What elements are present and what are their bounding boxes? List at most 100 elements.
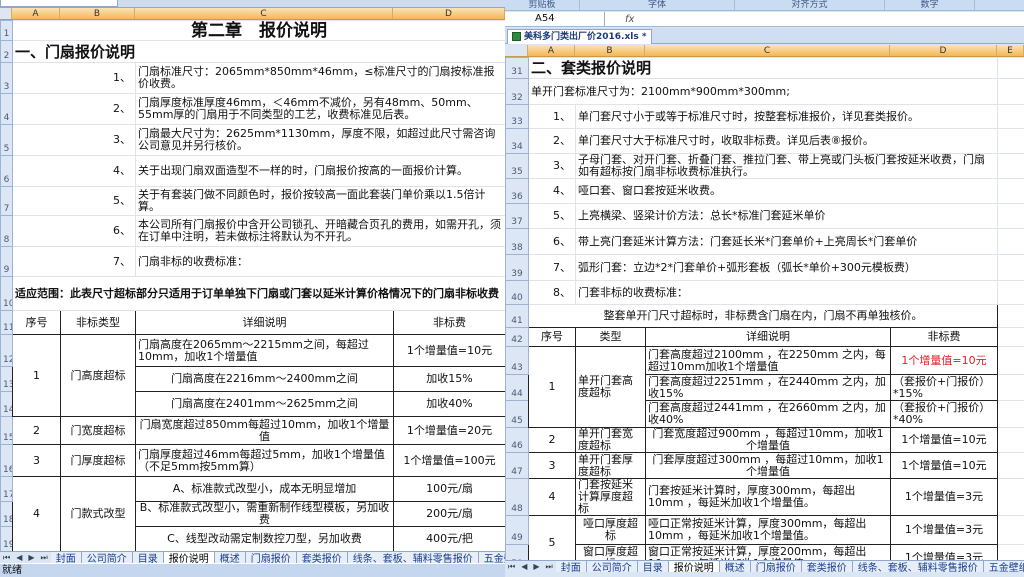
sheet-tab[interactable]: 概述 [720,560,751,572]
fee-cell[interactable]: 1个增量值=10元 [394,335,506,367]
cell[interactable] [998,328,1024,347]
item-text[interactable]: 弧形门套：立边*2*门套单价+弧形套板（弧长*单价+300元模板费） [576,255,998,281]
row-header[interactable]: 45 [506,401,529,428]
seq-number-cell[interactable]: 2 [13,417,61,445]
item-text[interactable]: 哑口套、窗口套按延米收费。 [576,179,998,204]
item-number[interactable]: 4、 [529,179,576,204]
detail-cell[interactable]: 门扇厚度超过46mm每超过5mm，加收1个增量值（不足5mm按5mm算） [136,445,394,477]
cell[interactable] [998,129,1024,154]
item-text[interactable]: 单门套尺寸小于或等于标准尺寸时，按整套标准报价，详见套类报价。 [576,105,998,129]
prev-sheet-icon[interactable]: ◀ [518,562,530,571]
scope-note[interactable]: 适应范围：此表尺寸超标部分只适用于订单单独下门扇或门套以延米计算价格情况下的门扇… [13,277,506,311]
row-header[interactable]: 4 [1,94,13,125]
fee-cell[interactable]: 1个增量值=3元 [891,516,998,545]
item-number[interactable]: 6、 [529,229,576,255]
sheet-tab[interactable]: 公司简介 [587,560,638,572]
row-header[interactable]: 44 [506,375,529,401]
detail-cell[interactable]: 门套按延米计算时，厚度300mm，每超出10mm ，每延米加收1个增量值。 [646,479,891,516]
row-header[interactable]: 3 [1,63,13,94]
detail-cell[interactable]: A、标准款式改型小，成本无明显增加 [136,477,394,502]
column-header-C[interactable]: C [645,45,890,56]
cell[interactable] [998,58,1024,79]
next-sheet-icon[interactable]: ▶ [530,562,542,571]
cell[interactable] [998,105,1024,129]
select-all-corner[interactable] [505,45,528,56]
seq-number-cell[interactable]: 2 [529,428,576,453]
table-header-cell[interactable]: 详细说明 [646,328,891,347]
detail-cell[interactable]: 门扇高度在2401mm～2625mm之间 [136,392,394,417]
item-text[interactable]: 门扇非标的收费标准： [136,247,506,277]
sheet-tab[interactable]: 报价说明 [669,560,720,572]
type-cell[interactable]: 哑口厚度超标 [576,516,646,545]
item-number[interactable]: 1、 [529,105,576,129]
item-text[interactable]: 带上亮门套延米计算方法：门套延长米*门套单价+上亮周长*门套单价 [576,229,998,255]
cell[interactable] [998,347,1024,375]
sheet-tab[interactable]: 门扇报价 [246,551,297,563]
table-header-cell[interactable]: 非标费 [394,311,506,335]
column-header-D[interactable]: D [393,8,505,19]
item-number[interactable]: 2、 [529,129,576,154]
row-header[interactable]: 5 [1,125,13,156]
item-number[interactable]: 7、 [13,247,136,277]
sheet-tab[interactable]: 公司简介 [82,551,133,563]
row-header[interactable]: 42 [506,328,529,347]
fee-cell[interactable]: 200元/扇 [394,502,506,527]
cell[interactable] [998,154,1024,179]
last-sheet-icon[interactable]: ⏭ [543,562,556,572]
column-header-A[interactable]: A [12,8,60,19]
cell[interactable] [998,179,1024,204]
row-header[interactable]: 8 [1,216,13,247]
row-header[interactable]: 17 [1,477,13,502]
row-header[interactable]: 6 [1,156,13,187]
row-header[interactable]: 31 [506,58,529,79]
row-header[interactable]: 7 [1,187,13,216]
select-all-corner[interactable] [0,8,12,19]
row-header[interactable]: 41 [506,305,529,328]
fee-cell[interactable]: 1个增量值=10元 [891,347,998,375]
type-cell[interactable]: 门套按延米计算厚度超标 [576,479,646,516]
sheet-tab[interactable]: 概述 [215,551,246,563]
standard-size-text[interactable]: 单开门套标准尺寸为：2100mm*900mm*300mm; [529,79,998,105]
item-text[interactable]: 关于出现门扇双面造型不一样的时，门扇报价按高的一面报价计算。 [136,156,506,187]
sheet-tab[interactable]: 封面 [556,560,587,572]
next-sheet-icon[interactable]: ▶ [25,553,37,562]
row-header[interactable]: 12 [1,335,13,367]
seq-number-cell[interactable]: 4 [529,479,576,516]
cell[interactable] [998,229,1024,255]
item-number[interactable]: 4、 [13,156,136,187]
last-sheet-icon[interactable]: ⏭ [38,553,51,563]
item-text[interactable]: 子母门套、对开门套、折叠门套、推拉门套、带上亮或门头板门套按延米收费，门扇如有超… [576,154,998,179]
item-text[interactable]: 本公司所有门扇报价中含开公司锁孔、开暗藏合页孔的费用，如需开孔，须在订单中注明，… [136,216,506,247]
row-header[interactable]: 36 [506,179,529,204]
fee-cell[interactable]: 1个增量值=20元 [394,417,506,445]
item-number[interactable]: 3、 [529,154,576,179]
row-header[interactable]: 14 [1,392,13,417]
item-number[interactable]: 3、 [13,125,136,156]
sheet-tab[interactable]: 门扇报价 [751,560,802,572]
type-cell[interactable]: 门高度超标 [61,335,136,417]
row-header[interactable]: 19 [1,527,13,552]
row-header[interactable]: 38 [506,229,529,255]
sheet-tab[interactable]: 目录 [638,560,669,572]
type-cell[interactable]: 单开门套宽度超标 [576,428,646,453]
detail-cell[interactable]: 门套高度超过2441mm ，在2660mm 之内，加收40% [646,401,891,428]
fee-cell[interactable]: 100元/扇 [394,477,506,502]
item-text[interactable]: 门扇最大尺寸为：2625mm*1130mm，厚度不限，如超过此尺寸需咨询公司意见… [136,125,506,156]
row-header[interactable]: 32 [506,79,529,105]
detail-cell[interactable]: 门套高度超过2251mm ，在2440mm 之内，加收15% [646,375,891,401]
sheet-tab[interactable]: 五金壁纸报价 [984,560,1024,572]
detail-cell[interactable]: B、标准款式改型小，需重新制作线型模板，另加收费 [136,502,394,527]
cell[interactable] [998,428,1024,453]
fee-cell[interactable]: 1个增量值=100元 [394,445,506,477]
row-header[interactable]: 11 [1,311,13,335]
row-header[interactable]: 47 [506,453,529,479]
section-heading[interactable]: 一、门扇报价说明 [13,41,506,63]
fee-cell[interactable]: 400元/把 [394,527,506,552]
fee-cell[interactable]: 加收15% [394,367,506,392]
fee-cell[interactable]: 1个增量值=10元 [891,428,998,453]
cell[interactable] [998,255,1024,281]
column-header-B[interactable]: B [60,8,135,19]
row-header[interactable]: 43 [506,347,529,375]
row-header[interactable]: 2 [1,41,13,63]
table-header-cell[interactable]: 类型 [576,328,646,347]
